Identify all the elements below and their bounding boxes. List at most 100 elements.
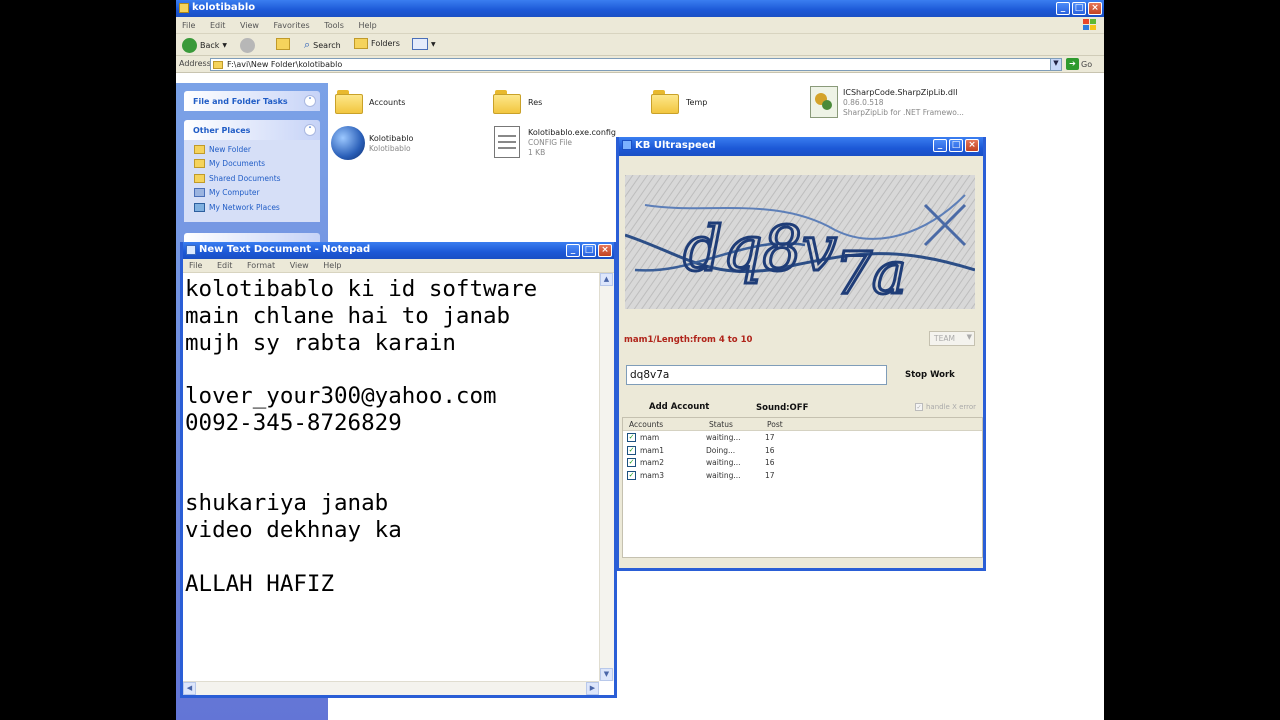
account-row[interactable]: ✓ mam2 waiting... 16 xyxy=(623,456,982,469)
checkbox-icon[interactable]: ✓ xyxy=(627,470,636,480)
handle-error-checkbox[interactable]: ✓ handle X error xyxy=(915,403,976,411)
forward-button[interactable] xyxy=(240,38,255,53)
menu-help[interactable]: Help xyxy=(358,21,376,30)
other-places-header[interactable]: Other Places ˄ xyxy=(184,120,320,140)
place-my-documents[interactable]: My Documents xyxy=(194,159,265,168)
search-button[interactable]: ⌕ Search xyxy=(304,38,341,52)
scroll-down-icon[interactable]: ▼ xyxy=(600,668,613,681)
file-name: Kolotibablo.exe.config xyxy=(528,128,617,137)
sound-toggle[interactable]: Sound:OFF xyxy=(756,403,808,413)
menu-file[interactable]: File xyxy=(182,21,195,30)
explorer-titlebar[interactable]: kolotibablo _ □ × xyxy=(176,0,1104,17)
minimize-icon[interactable]: _ xyxy=(566,244,580,257)
file-kolotibablo-exe[interactable]: Kolotibablo Kolotibablo xyxy=(369,134,413,154)
minimize-icon[interactable]: _ xyxy=(1056,2,1070,15)
views-button[interactable]: ▼ xyxy=(412,38,436,50)
search-label: Search xyxy=(313,40,341,50)
menu-file[interactable]: File xyxy=(189,261,202,270)
vertical-scrollbar[interactable]: ▲ ▼ xyxy=(599,273,614,681)
file-kolotibablo-config[interactable]: Kolotibablo.exe.config CONFIG File 1 KB xyxy=(528,128,616,158)
account-status: waiting... xyxy=(706,433,741,442)
chevron-down-icon: ▼ xyxy=(966,333,972,341)
address-dropdown-icon[interactable]: ▼ xyxy=(1050,59,1061,70)
notepad-titlebar[interactable]: New Text Document - Notepad _ □ × xyxy=(183,242,614,259)
checkbox-icon[interactable]: ✓ xyxy=(627,445,636,455)
close-icon[interactable]: × xyxy=(598,244,612,257)
menu-help[interactable]: Help xyxy=(323,261,341,270)
search-icon: ⌕ xyxy=(304,38,311,51)
column-status[interactable]: Status xyxy=(709,420,733,429)
scroll-right-icon[interactable]: ▶ xyxy=(586,682,599,695)
horizontal-scrollbar[interactable]: ◀ ▶ xyxy=(183,681,599,695)
kb-app-icon xyxy=(622,140,632,150)
chevron-up-icon[interactable]: ˄ xyxy=(304,124,316,136)
folder-icon[interactable] xyxy=(493,90,521,114)
file-name: ICSharpCode.SharpZipLib.dll xyxy=(843,88,958,97)
file-type: CONFIG File xyxy=(528,138,573,147)
place-my-computer[interactable]: My Computer xyxy=(194,188,260,197)
notepad-title: New Text Document - Notepad xyxy=(199,244,371,255)
text-line: video dekhnay ka xyxy=(185,517,402,544)
back-button[interactable]: Back ▼ xyxy=(182,38,227,53)
globe-app-icon[interactable] xyxy=(331,126,365,160)
close-icon[interactable]: × xyxy=(1088,2,1102,15)
folder-icon[interactable] xyxy=(335,90,363,114)
menu-edit[interactable]: Edit xyxy=(217,261,233,270)
address-input[interactable]: F:\avi\New Folder\kolotibablo ▼ xyxy=(210,58,1062,71)
file-res[interactable]: Res xyxy=(528,98,542,107)
account-row[interactable]: ✓ mam3 waiting... 17 xyxy=(623,469,982,482)
chevron-down-icon[interactable]: ˅ xyxy=(304,95,316,107)
minimize-icon[interactable]: _ xyxy=(933,139,947,152)
close-icon[interactable]: × xyxy=(965,139,979,152)
team-select[interactable]: TEAM ▼ xyxy=(929,331,975,346)
checkbox-icon: ✓ xyxy=(915,403,923,411)
folder-icon[interactable] xyxy=(651,90,679,114)
accounts-header: Accounts Status Post xyxy=(623,418,982,431)
scroll-up-icon[interactable]: ▲ xyxy=(600,273,613,286)
checkbox-icon[interactable]: ✓ xyxy=(627,433,636,442)
menu-tools[interactable]: Tools xyxy=(324,21,344,30)
account-name: mam3 xyxy=(640,470,664,480)
place-label: Shared Documents xyxy=(209,174,281,183)
file-temp[interactable]: Temp xyxy=(686,98,707,107)
account-post: 17 xyxy=(765,470,775,480)
account-row[interactable]: ✓ mam1 Doing... 16 xyxy=(623,444,982,457)
notepad-text-area[interactable]: kolotibablo ki id software main chlane h… xyxy=(185,276,599,676)
maximize-icon[interactable]: □ xyxy=(582,244,596,257)
place-my-network-places[interactable]: My Network Places xyxy=(194,203,280,212)
config-file-icon[interactable] xyxy=(494,126,520,158)
add-account-button[interactable]: Add Account xyxy=(649,402,709,412)
menu-format[interactable]: Format xyxy=(247,261,275,270)
column-post[interactable]: Post xyxy=(767,420,783,429)
account-post: 16 xyxy=(765,458,775,467)
maximize-icon[interactable]: □ xyxy=(949,139,963,152)
place-shared-documents[interactable]: Shared Documents xyxy=(194,174,281,183)
folder-icon xyxy=(179,3,189,13)
folders-button[interactable]: Folders xyxy=(354,38,400,49)
account-name: mam2 xyxy=(640,458,664,467)
dll-file-icon[interactable] xyxy=(810,86,838,118)
menu-view[interactable]: View xyxy=(290,261,309,270)
file-folder-tasks-header[interactable]: File and Folder Tasks ˅ xyxy=(184,91,320,111)
maximize-icon[interactable]: □ xyxy=(1072,2,1086,15)
file-size: 1 KB xyxy=(528,148,546,157)
menu-edit[interactable]: Edit xyxy=(210,21,226,30)
account-status: Doing... xyxy=(706,445,736,455)
stop-work-button[interactable]: Stop Work xyxy=(905,370,955,380)
file-accounts[interactable]: Accounts xyxy=(369,98,405,107)
account-row[interactable]: ✓ mam waiting... 17 xyxy=(623,431,982,444)
desktop-screen: kolotibablo _ □ × File Edit View Favorit… xyxy=(176,0,1104,720)
kb-titlebar[interactable]: KB Ultraspeed _ □ × xyxy=(619,137,983,156)
up-folder-button[interactable] xyxy=(276,38,290,50)
checkbox-icon[interactable]: ✓ xyxy=(627,458,636,467)
go-label: Go xyxy=(1081,59,1093,69)
scroll-left-icon[interactable]: ◀ xyxy=(183,682,196,695)
go-button[interactable]: ➔ Go xyxy=(1066,58,1092,70)
captcha-input[interactable]: dq8v7a xyxy=(626,365,887,385)
explorer-menubar: File Edit View Favorites Tools Help xyxy=(176,17,1104,34)
place-new-folder[interactable]: New Folder xyxy=(194,145,251,154)
file-sharpziplib[interactable]: ICSharpCode.SharpZipLib.dll 0.86.0.518 S… xyxy=(843,88,964,118)
menu-favorites[interactable]: Favorites xyxy=(274,21,310,30)
menu-view[interactable]: View xyxy=(240,21,259,30)
column-accounts[interactable]: Accounts xyxy=(629,420,663,429)
